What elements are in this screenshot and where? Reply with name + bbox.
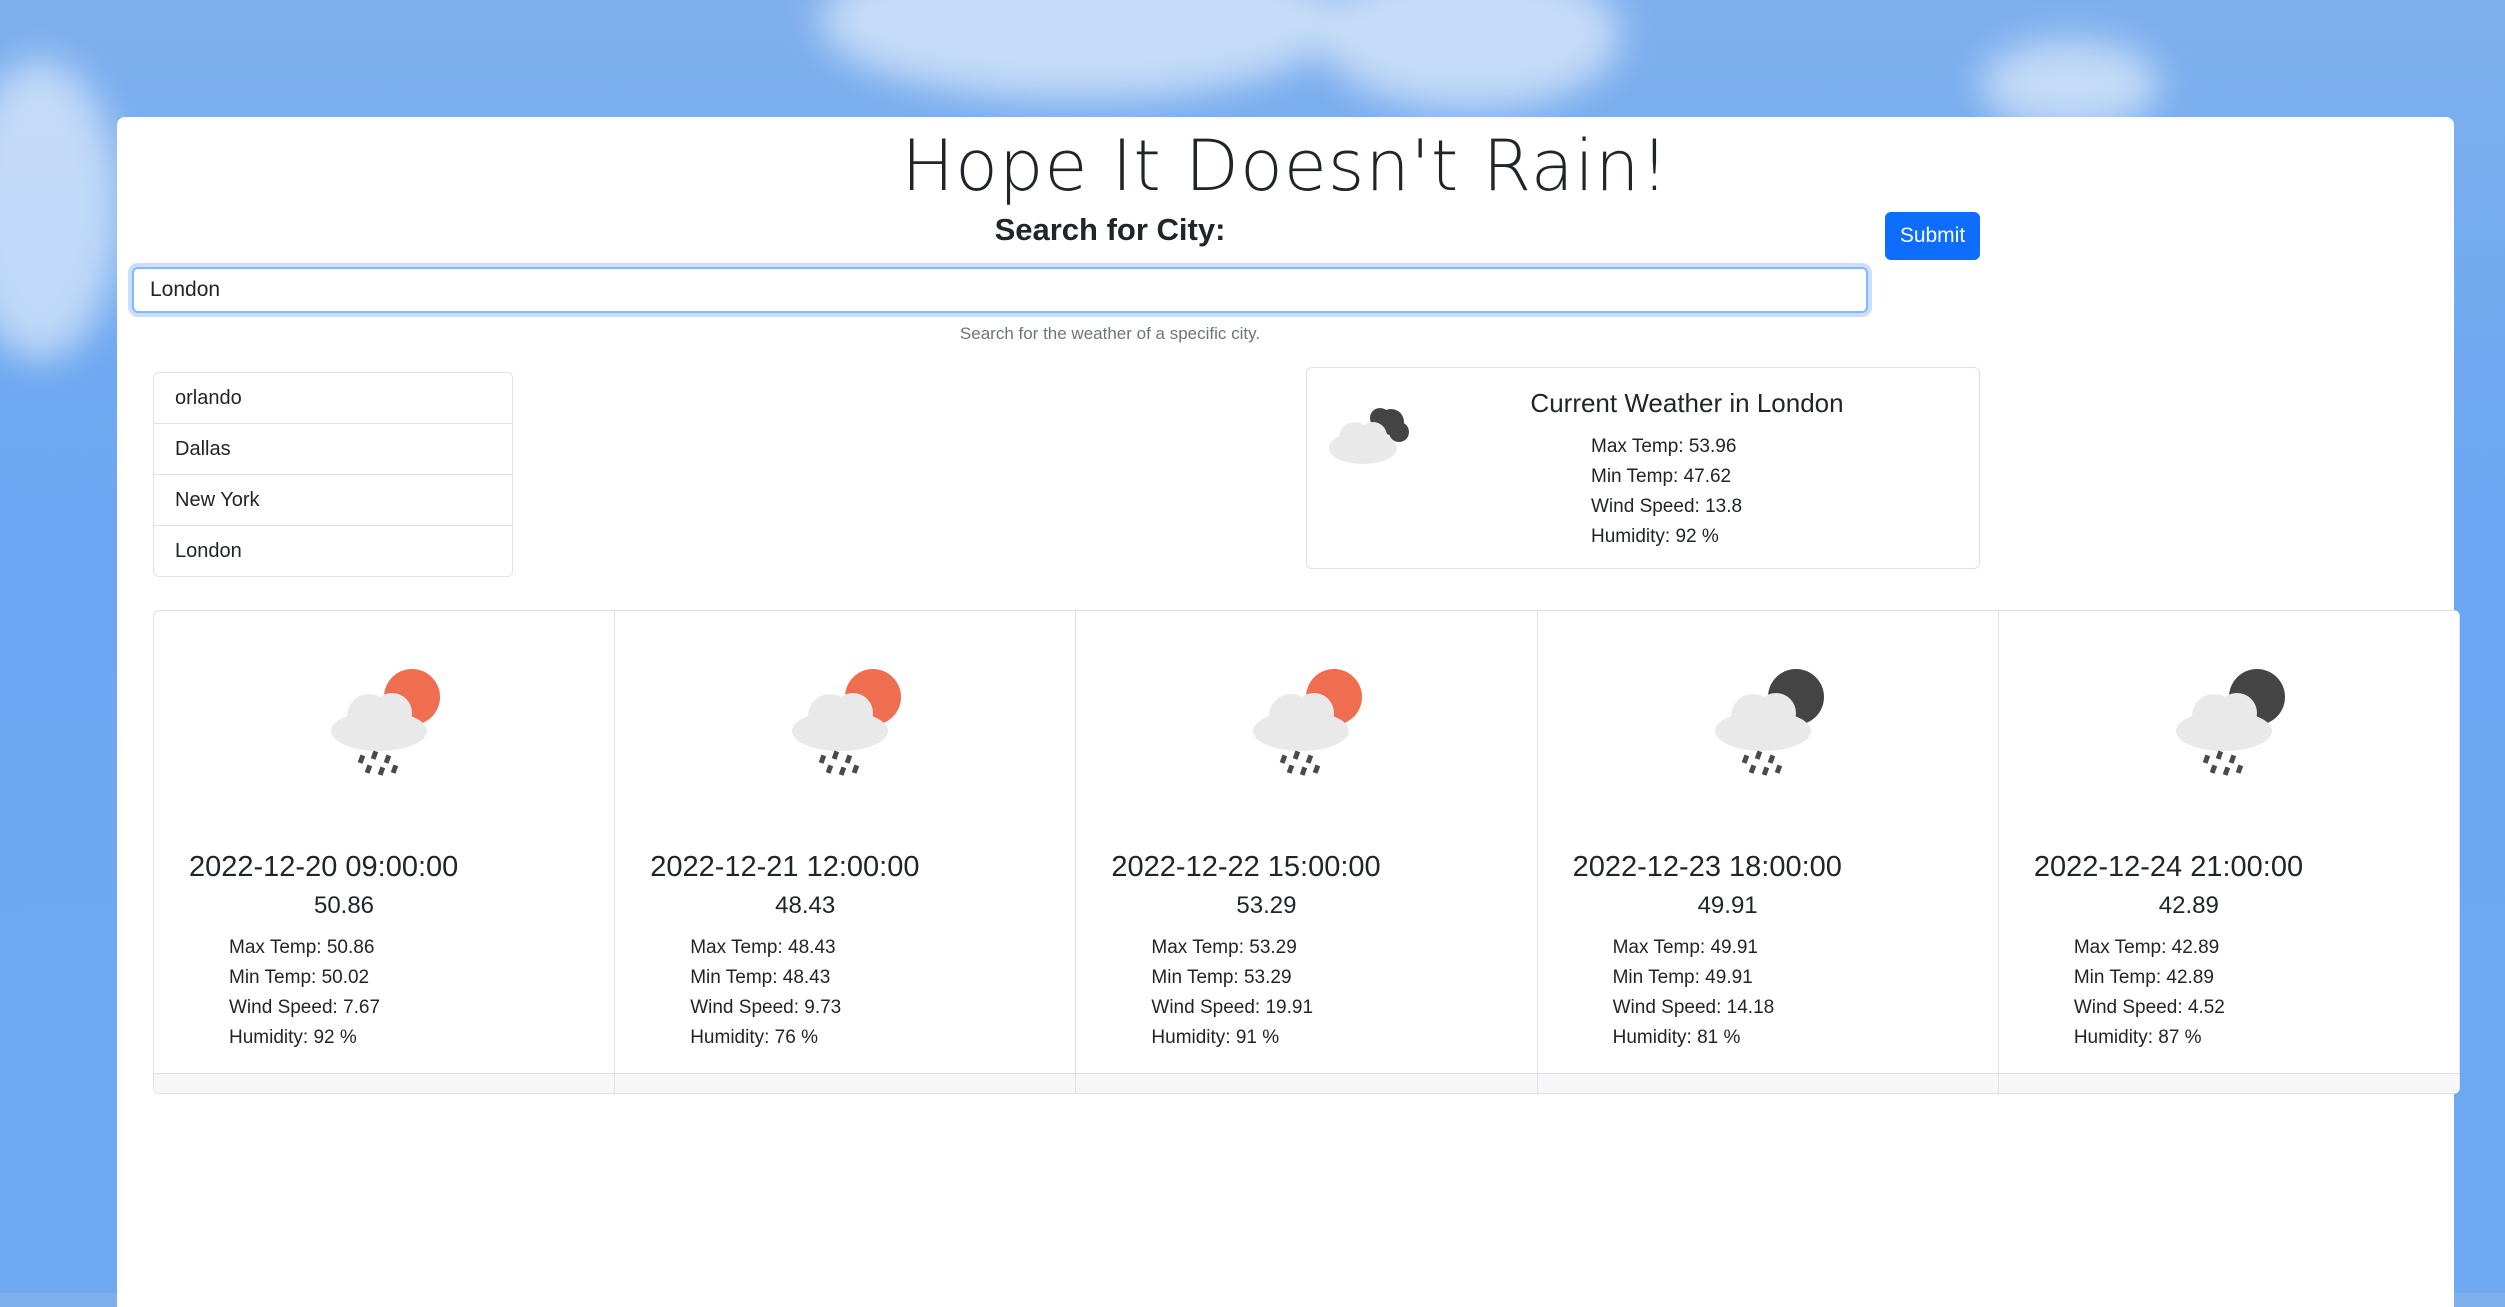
forecast-date: 2022-12-20 09:00:00 [189,851,459,883]
current-weather-card: Current Weather in London Max Temp: 53.9… [1306,367,1980,569]
current-humidity: Humidity: 92 % [1591,526,1719,547]
current-weather-stats: Max Temp: 53.96 Min Temp: 47.62 Wind Spe… [1591,432,1742,552]
rain-sun-icon [1253,669,1363,776]
forecast-temp: 48.43 [775,892,836,919]
forecast-max-temp: Max Temp: 50.86 [229,937,375,958]
forecast-max-temp: Max Temp: 42.89 [2073,937,2220,958]
search-input[interactable] [132,267,1868,313]
forecast-min-temp: Min Temp: 49.91 [1612,967,1753,988]
search-label: Search for City: [994,212,1226,247]
submit-button[interactable]: Submit [1885,212,1980,260]
forecast-humidity: Humidity: 81 % [1612,1027,1741,1048]
forecast-card-footer [1537,1073,1998,1093]
forecast-wind-speed: Wind Speed: 19.91 [1151,997,1314,1018]
forecast-stats: Max Temp: 48.43 Min Temp: 48.43 Wind Spe… [690,933,841,1053]
forecast-humidity: Humidity: 92 % [229,1027,357,1048]
forecast-wind-speed: Wind Speed: 4.52 [2073,997,2225,1018]
rain-moon-icon [1714,669,1824,776]
forecast-max-temp: Max Temp: 53.29 [1151,937,1297,958]
background-cloud [820,0,1340,100]
forecast-card: 2022-12-20 09:00:00 50.86 Max Temp: 50.8… [154,611,616,1093]
forecast-card-footer [1998,1073,2459,1093]
forecast-stats: Max Temp: 42.89 Min Temp: 42.89 Wind Spe… [2074,933,2225,1053]
history-item-london[interactable]: London [154,526,512,576]
rain-sun-icon [331,669,440,776]
history-item-new-york[interactable]: New York [154,475,512,526]
current-weather-title: Current Weather in London [1530,388,1844,418]
forecast-stats: Max Temp: 49.91 Min Temp: 49.91 Wind Spe… [1613,933,1775,1053]
forecast-card-footer [1076,1073,1537,1093]
forecast-date: 2022-12-21 12:00:00 [650,851,920,883]
forecast-wind-speed: Wind Speed: 9.73 [690,997,842,1018]
main-panel: Hope It Doesn't Rain! Search for City: S… [117,117,2460,1307]
forecast-humidity: Humidity: 91 % [1151,1027,1280,1048]
background-cloud [1320,0,1620,110]
current-wind-speed: Wind Speed: 13.8 [1591,496,1743,517]
forecast-temp: 50.86 [313,892,375,919]
forecast-card: 2022-12-22 15:00:00 53.29 Max Temp: 53.2… [1076,611,1538,1093]
forecast-card-footer [154,1073,615,1093]
forecast-card: 2022-12-23 18:00:00 49.91 Max Temp: 49.9… [1537,611,1999,1093]
background-cloud [0,60,120,360]
forecast-temp: 42.89 [2158,892,2219,919]
forecast-card-footer [615,1073,1076,1093]
forecast-stats: Max Temp: 50.86 Min Temp: 50.02 Wind Spe… [229,933,380,1053]
forecast-wind-speed: Wind Speed: 14.18 [1612,997,1775,1018]
current-max-temp: Max Temp: 53.96 [1591,436,1737,457]
current-min-temp: Min Temp: 47.62 [1591,466,1732,487]
forecast-wind-speed: Wind Speed: 7.67 [229,997,381,1018]
page-title: Hope It Doesn't Rain! [901,125,1670,207]
forecast-temp: 49.91 [1697,892,1758,919]
forecast-humidity: Humidity: 87 % [2073,1027,2202,1048]
forecast-date: 2022-12-24 21:00:00 [2033,851,2304,883]
forecast-min-temp: Min Temp: 48.43 [690,967,831,988]
history-item-orlando[interactable]: orlando [154,373,512,424]
forecast-min-temp: Min Temp: 50.02 [229,967,370,988]
search-help-text: Search for the weather of a specific cit… [959,324,1261,343]
forecast-min-temp: Min Temp: 42.89 [2073,967,2214,988]
forecast-date: 2022-12-22 15:00:00 [1111,851,1381,883]
forecast-date: 2022-12-23 18:00:00 [1572,851,1842,883]
forecast-card: 2022-12-21 12:00:00 48.43 Max Temp: 48.4… [615,611,1077,1093]
forecast-temp: 53.29 [1236,892,1297,919]
forecast-max-temp: Max Temp: 48.43 [690,937,836,958]
forecast-card: 2022-12-24 21:00:00 42.89 Max Temp: 42.8… [1998,611,2459,1093]
cloud-moon-icon [1329,408,1409,464]
forecast-humidity: Humidity: 76 % [690,1027,818,1048]
search-history-list: orlando Dallas New York London [153,372,513,577]
forecast-min-temp: Min Temp: 53.29 [1151,967,1292,988]
history-item-dallas[interactable]: Dallas [154,424,512,475]
forecast-card-group: 2022-12-20 09:00:00 50.86 Max Temp: 50.8… [153,610,2460,1094]
forecast-stats: Max Temp: 53.29 Min Temp: 53.29 Wind Spe… [1151,933,1313,1053]
rain-sun-icon [792,669,902,776]
forecast-max-temp: Max Temp: 49.91 [1612,937,1759,958]
rain-moon-icon [2175,669,2285,776]
